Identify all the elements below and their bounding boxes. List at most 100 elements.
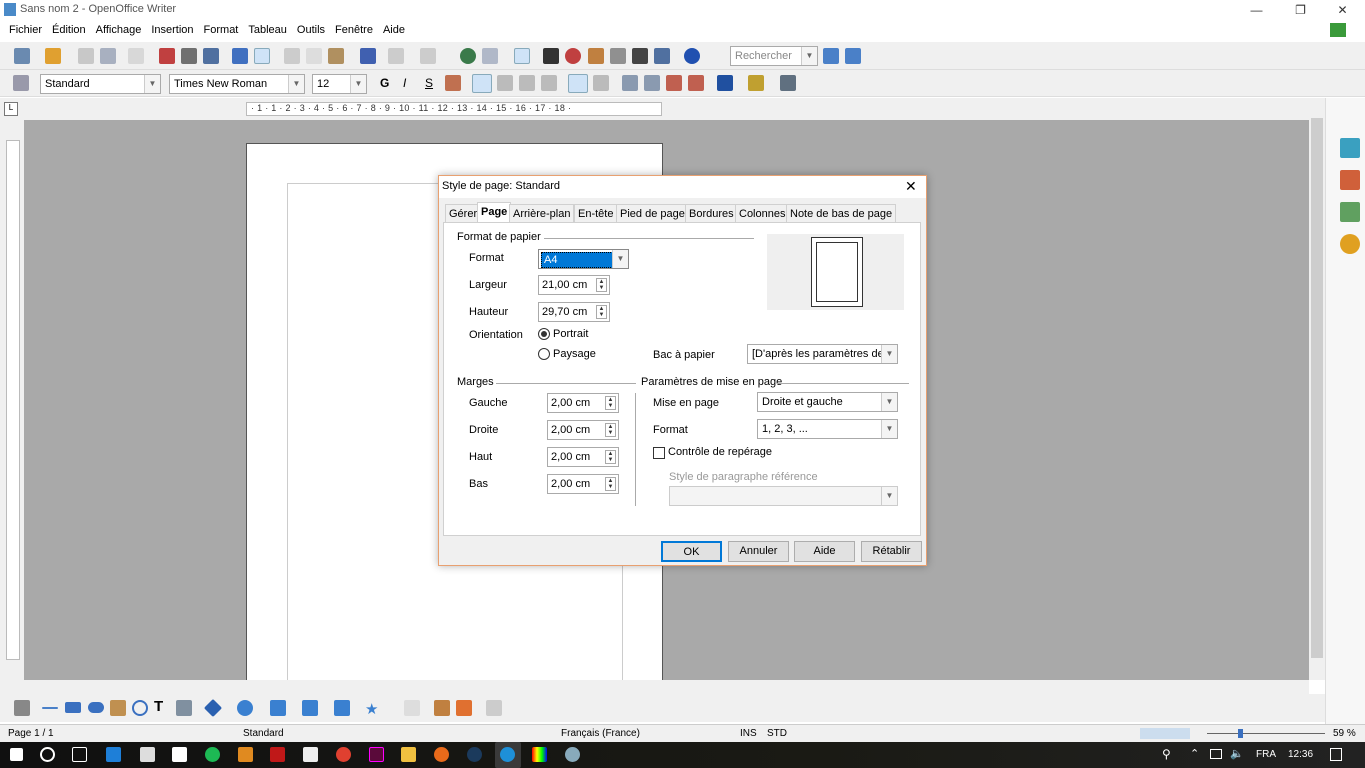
app-icon-red[interactable] (270, 747, 285, 762)
home-icon[interactable] (172, 747, 187, 762)
menu-insertion[interactable]: Insertion (146, 20, 198, 42)
decrease-indent-icon[interactable] (666, 75, 682, 91)
draw-functions-icon[interactable] (514, 48, 530, 64)
horizontal-ruler[interactable]: · 1 · 1 · 2 · 3 · 4 · 5 · 6 · 7 · 8 · 9 … (246, 102, 662, 116)
extrusion-icon[interactable] (486, 700, 502, 716)
fontwork-icon[interactable] (456, 700, 472, 716)
spin-arrows-icon[interactable]: ▲ ▼ (605, 450, 616, 464)
dialog-close-icon[interactable]: ✕ (905, 178, 917, 195)
bullets-icon[interactable] (644, 75, 660, 91)
search-input[interactable]: Rechercher ▼ (730, 46, 818, 66)
find-replace-icon[interactable] (543, 48, 559, 64)
volume-icon[interactable]: 🔈 (1230, 747, 1244, 760)
close-button[interactable]: ✕ (1320, 0, 1365, 20)
hyperlink-icon[interactable] (460, 48, 476, 64)
chevron-down-icon[interactable]: ▼ (881, 345, 897, 363)
tab-arriere-plan[interactable]: Arrière-plan (509, 204, 575, 223)
copy-icon[interactable] (306, 48, 322, 64)
left-margin-field[interactable]: 2,00 cm ▲ ▼ (547, 393, 619, 413)
italic-button[interactable]: I (403, 76, 406, 90)
tab-colonnes[interactable]: Colonnes (735, 204, 790, 223)
zoom-icon[interactable] (654, 48, 670, 64)
spin-arrows-icon[interactable]: ▲ ▼ (605, 423, 616, 437)
properties-icon[interactable] (1340, 138, 1360, 158)
help-icon[interactable] (684, 48, 700, 64)
tab-page[interactable]: Page (477, 202, 512, 223)
chrome-icon[interactable] (336, 747, 351, 762)
redo-icon[interactable] (420, 48, 436, 64)
width-field[interactable]: 21,00 cm ▲ ▼ (538, 275, 610, 295)
select-icon[interactable] (14, 700, 30, 716)
block-arrows-icon[interactable] (270, 700, 286, 716)
background-color-icon[interactable] (780, 75, 796, 91)
tab-bordures[interactable]: Bordures (685, 204, 738, 223)
shadow-button[interactable]: S (425, 76, 433, 90)
minimize-button[interactable]: — (1234, 0, 1279, 20)
styles-formatting-icon[interactable] (1340, 170, 1360, 190)
callout-icon[interactable] (176, 700, 192, 716)
save-icon[interactable] (78, 48, 94, 64)
symbol-shapes-icon[interactable] (237, 700, 253, 716)
outline-icon[interactable] (445, 75, 461, 91)
arc-icon[interactable] (132, 700, 148, 716)
freeform-icon[interactable] (110, 700, 126, 716)
menu-fenetre[interactable]: Fenêtre (330, 20, 378, 42)
menu-outils[interactable]: Outils (292, 20, 330, 42)
indesign-icon[interactable] (369, 747, 384, 762)
autospellcheck-icon[interactable] (254, 48, 270, 64)
data-sources-icon[interactable] (610, 48, 626, 64)
landscape-label[interactable]: Paysage (553, 348, 596, 360)
cut-icon[interactable] (284, 48, 300, 64)
cortana-icon[interactable] (40, 747, 55, 762)
rtl-icon[interactable] (593, 75, 609, 91)
tab-stop-selector[interactable]: L (4, 102, 18, 116)
gallery-sidebar-icon[interactable] (1340, 202, 1360, 222)
insert-mode[interactable]: INS (740, 728, 757, 739)
page-style-status[interactable]: Standard (243, 728, 284, 739)
basic-shapes-icon[interactable] (203, 698, 223, 718)
portrait-label[interactable]: Portrait (553, 328, 588, 340)
clock[interactable]: 12:36 (1288, 749, 1313, 760)
menu-fichier[interactable]: Fichier (4, 20, 47, 42)
menu-edition[interactable]: Édition (47, 20, 91, 42)
vertical-scrollbar[interactable] (1309, 98, 1325, 680)
bottom-margin-field[interactable]: 2,00 cm ▲ ▼ (547, 474, 619, 494)
people-icon[interactable]: ⚲ (1162, 747, 1171, 761)
open-icon[interactable] (45, 48, 61, 64)
language-status[interactable]: Français (France) (561, 728, 640, 739)
line-icon[interactable] (42, 707, 58, 709)
mail-icon[interactable] (303, 747, 318, 762)
tab-en-tete[interactable]: En-tête (574, 204, 618, 223)
cancel-button[interactable]: Annuler (728, 541, 789, 562)
justify-icon[interactable] (541, 75, 557, 91)
navigator-sidebar-icon[interactable] (1340, 234, 1360, 254)
highlight-icon[interactable] (748, 75, 764, 91)
ok-button[interactable]: OK (661, 541, 722, 562)
menu-tableau[interactable]: Tableau (243, 20, 292, 42)
chevron-down-icon[interactable]: ▼ (144, 75, 160, 93)
height-field[interactable]: 29,70 cm ▲ ▼ (538, 302, 610, 322)
paragraph-style-select[interactable]: Standard ▼ (40, 74, 161, 94)
layout-select[interactable]: Droite et gauche ▼ (757, 392, 898, 412)
menu-format[interactable]: Format (199, 20, 244, 42)
clone-formatting-icon[interactable] (360, 48, 376, 64)
table-icon[interactable] (482, 48, 498, 64)
gallery-icon[interactable] (588, 48, 604, 64)
zoom-slider-handle[interactable] (1238, 729, 1243, 738)
language-indicator[interactable]: FRA (1256, 749, 1276, 760)
file-explorer-icon[interactable] (401, 747, 416, 762)
chevron-down-icon[interactable]: ▼ (288, 75, 304, 93)
edge-icon[interactable] (106, 747, 121, 762)
chevron-down-icon[interactable]: ▼ (881, 393, 897, 411)
register-checkbox[interactable] (653, 447, 665, 459)
spin-arrows-icon[interactable]: ▲ ▼ (605, 396, 616, 410)
formatting-marks-icon[interactable] (632, 48, 648, 64)
email-icon[interactable] (100, 48, 116, 64)
export-pdf-icon[interactable] (159, 48, 175, 64)
menu-aide[interactable]: Aide (378, 20, 410, 42)
help-button[interactable]: Aide (794, 541, 855, 562)
landscape-radio[interactable] (538, 348, 550, 360)
portrait-radio[interactable] (538, 328, 550, 340)
font-name-select[interactable]: Times New Roman ▼ (169, 74, 305, 94)
font-color-icon[interactable] (717, 75, 733, 91)
